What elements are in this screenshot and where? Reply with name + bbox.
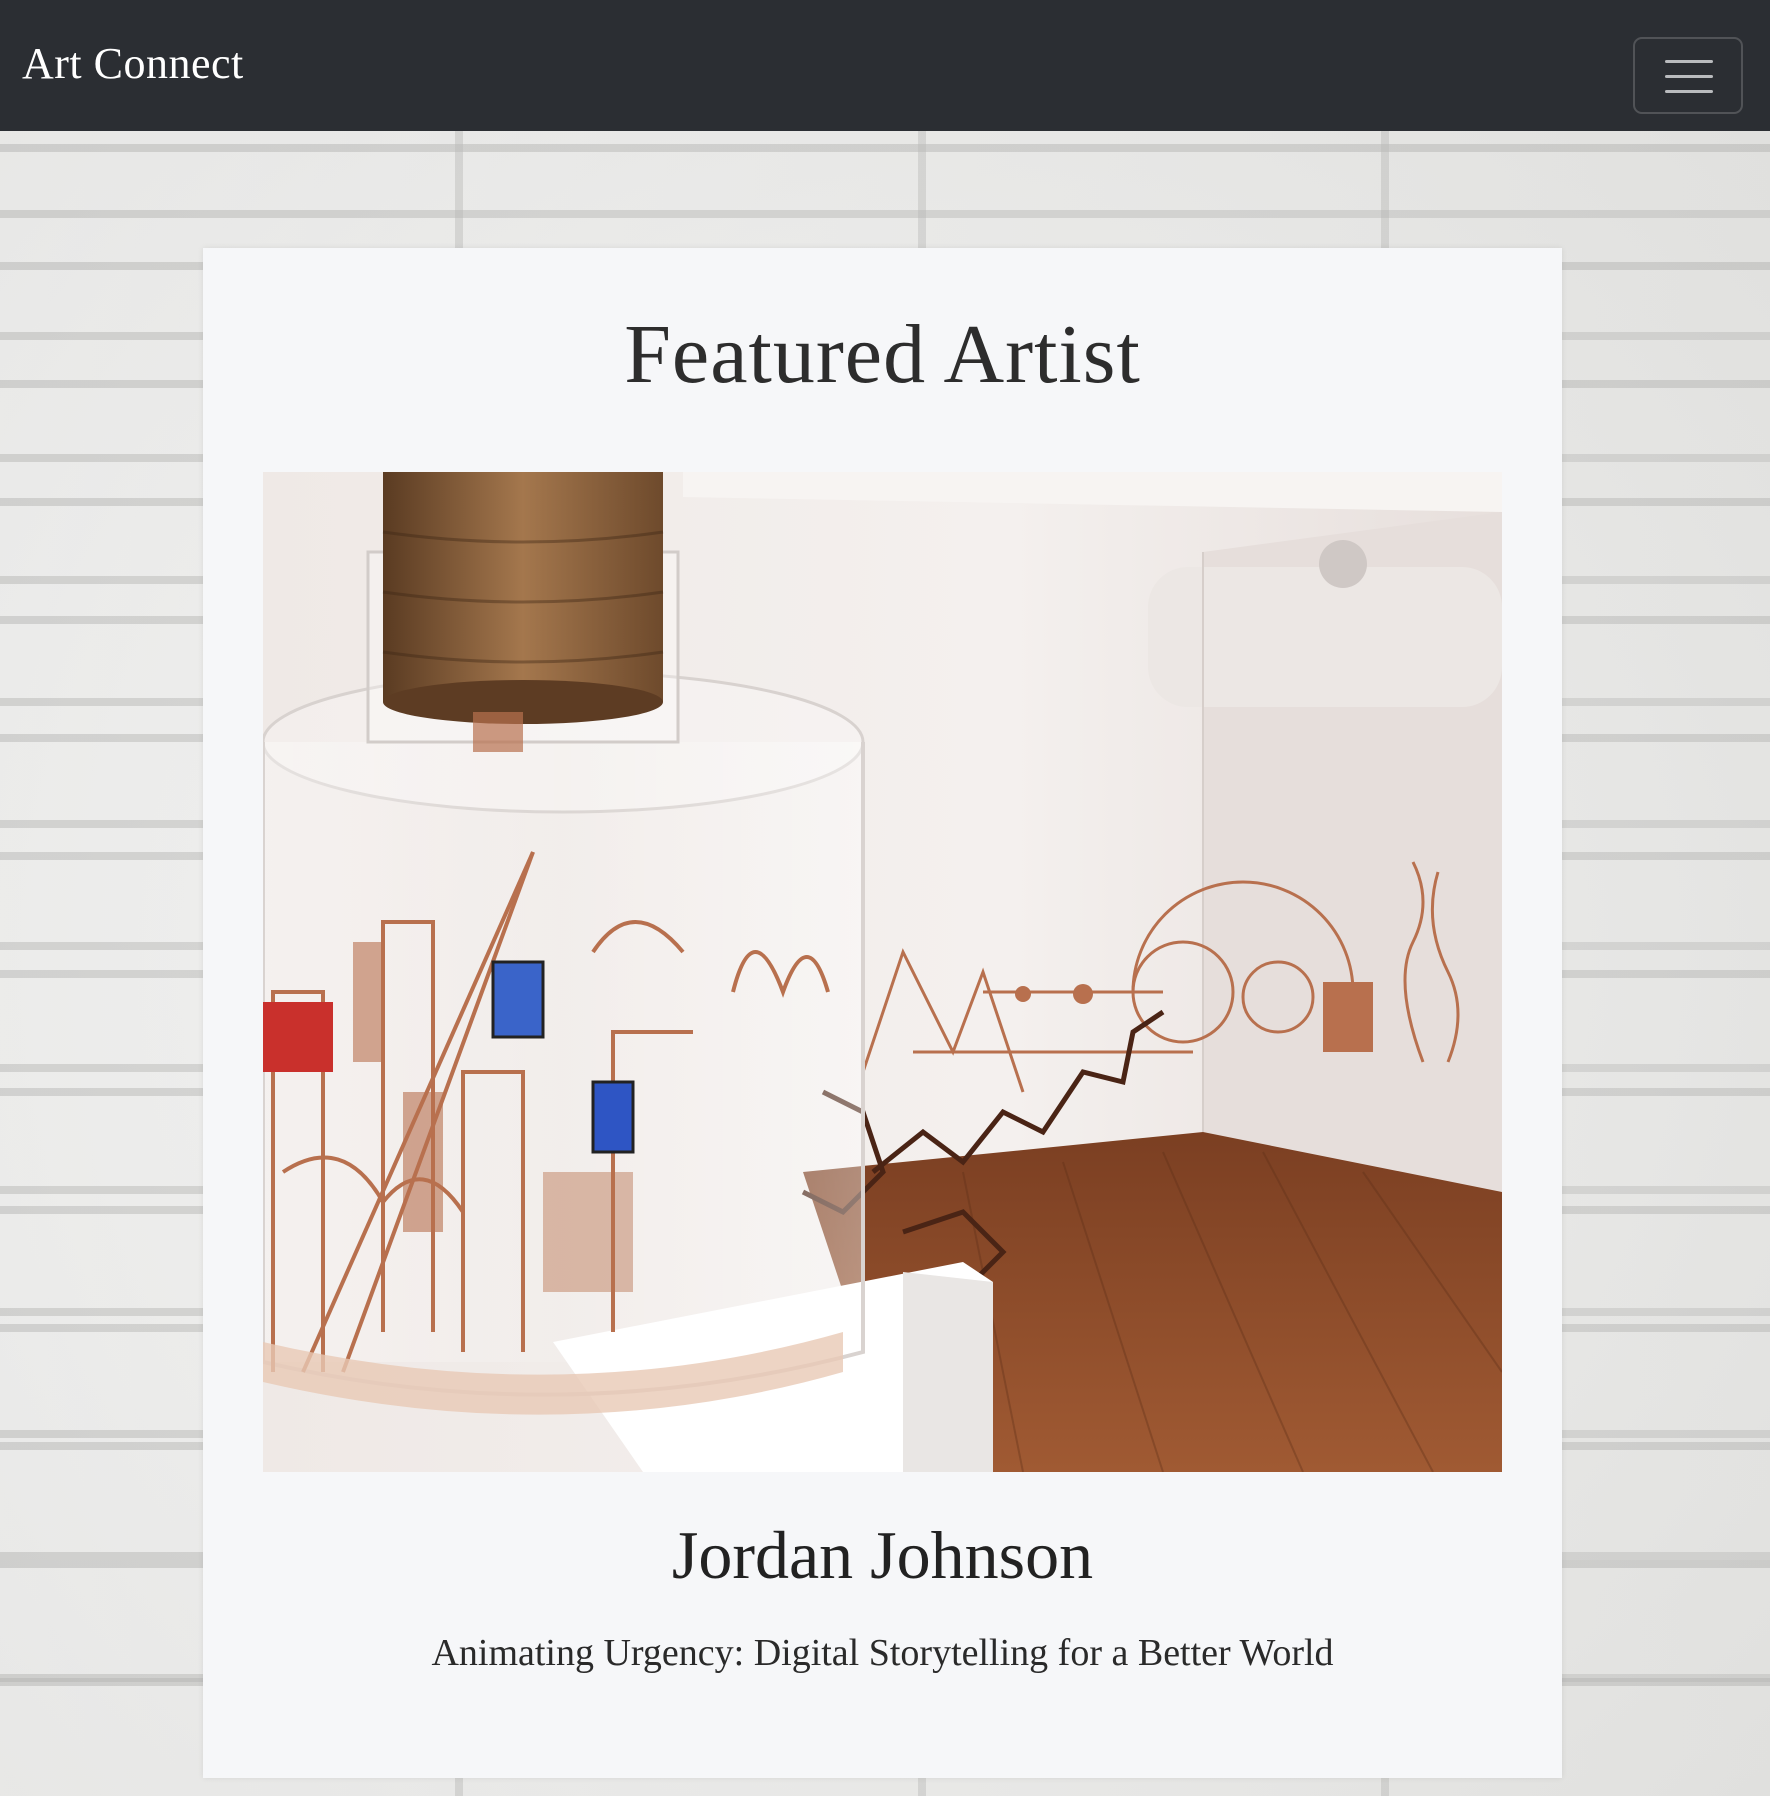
artwork-image[interactable]: [263, 472, 1502, 1472]
hamburger-menu-icon-bar: [1665, 90, 1713, 93]
artist-tagline: Animating Urgency: Digital Storytelling …: [431, 1632, 1334, 1674]
navbar: Art Connect: [0, 0, 1770, 131]
hamburger-menu-button[interactable]: [1633, 37, 1743, 114]
artist-name: Jordan Johnson: [671, 1517, 1094, 1593]
gallery-installation-image: [263, 472, 1502, 1472]
brand-link[interactable]: Art Connect: [22, 36, 244, 92]
featured-artist-heading: Featured Artist: [624, 308, 1141, 401]
hamburger-menu-icon: [1665, 60, 1713, 63]
hamburger-menu-icon-bar: [1665, 75, 1713, 78]
featured-artist-card: Featured Artist Jordan Johnson Animating…: [203, 248, 1562, 1778]
